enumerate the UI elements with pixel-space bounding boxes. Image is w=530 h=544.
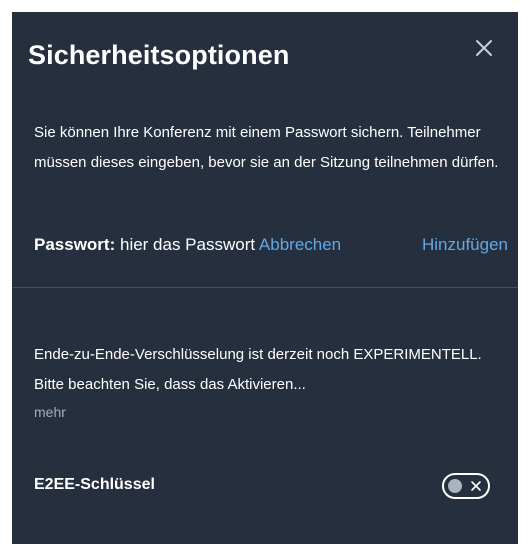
e2ee-toggle[interactable] [442,473,490,499]
password-row: Passwort: hier das Passwort Abbrechen Hi… [34,234,508,256]
toggle-off-icon [468,478,484,494]
close-icon [476,40,492,56]
more-link[interactable]: mehr [34,404,66,420]
e2ee-key-label: E2EE-Schlüssel [34,476,155,493]
add-password-link[interactable]: Hinzufügen [422,234,508,256]
security-options-dialog: Sicherheitsoptionen Sie können Ihre Konf… [12,12,518,544]
dialog-title: Sicherheitsoptionen [28,40,290,70]
password-label: Passwort: [34,235,116,254]
password-value: hier das Passwort [119,235,256,254]
close-button[interactable] [472,36,496,60]
e2ee-description: Ende-zu-Ende-Verschlüsselung ist derzeit… [34,346,482,393]
password-description: Sie können Ihre Konferenz mit einem Pass… [34,124,499,171]
toggle-knob [448,479,462,493]
section-divider [12,287,518,288]
cancel-link[interactable]: Abbrechen [259,235,341,254]
